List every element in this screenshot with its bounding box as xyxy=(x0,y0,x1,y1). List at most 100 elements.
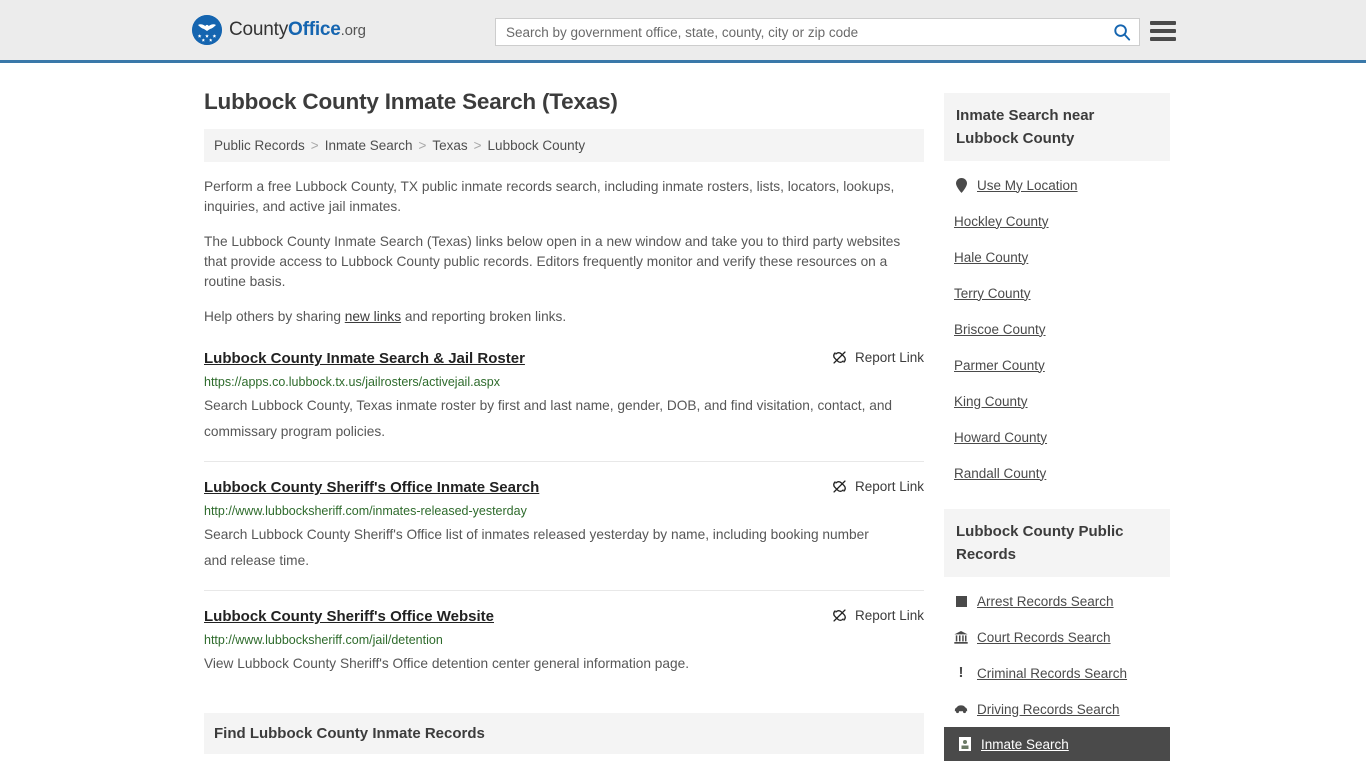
sidebar-item-hale-county[interactable]: Hale County xyxy=(954,239,1170,275)
sidebar-item-label: Court Records Search xyxy=(977,629,1111,645)
sidebar-item-label: King County xyxy=(954,393,1028,409)
sidebar-item-inmate-search[interactable]: Inmate Search xyxy=(944,727,1170,761)
sidebar-item-arrest-records-search[interactable]: Arrest Records Search xyxy=(954,583,1170,619)
find-records-heading: Find Lubbock County Inmate Records xyxy=(204,713,924,754)
eagle-stars-logo-icon xyxy=(192,15,222,45)
share-text-after: and reporting broken links. xyxy=(401,309,567,324)
result-description: Search Lubbock County Sheriff's Office l… xyxy=(204,527,869,568)
sidebar-public-records-list: Arrest Records Search Court Records Sear… xyxy=(944,577,1170,761)
logo-text-org: .org xyxy=(340,22,366,39)
sidebar-item-label: Arrest Records Search xyxy=(977,593,1114,609)
site-header: CountyOffice.org xyxy=(0,0,1366,63)
breadcrumb-separator: > xyxy=(473,138,482,153)
sidebar-item-label: Driving Records Search xyxy=(977,701,1120,717)
broken-link-icon xyxy=(832,609,846,622)
report-link-label: Report Link xyxy=(854,479,924,494)
sidebar-item-use-my-location[interactable]: Use My Location xyxy=(954,167,1170,203)
search-input[interactable] xyxy=(496,19,1105,45)
result-url[interactable]: http://www.lubbocksheriff.com/jail/deten… xyxy=(204,632,924,648)
sidebar-item-briscoe-county[interactable]: Briscoe County xyxy=(954,311,1170,347)
exclamation-icon: ! xyxy=(958,664,964,681)
result-item: Lubbock County Sheriff's Office Website … xyxy=(204,607,924,693)
results-list: Lubbock County Inmate Search & Jail Rost… xyxy=(204,349,924,693)
site-logo-text: CountyOffice.org xyxy=(229,19,366,41)
sidebar-item-king-county[interactable]: King County xyxy=(954,383,1170,419)
sidebar-item-label: Hockley County xyxy=(954,213,1049,229)
inmate-icon xyxy=(958,737,972,751)
result-header: Lubbock County Sheriff's Office Website … xyxy=(204,607,924,627)
sidebar-item-driving-records-search[interactable]: Driving Records Search xyxy=(954,691,1170,727)
intro-paragraph-3: Help others by sharing new links and rep… xyxy=(204,307,924,327)
result-url[interactable]: https://apps.co.lubbock.tx.us/jailroster… xyxy=(204,374,924,390)
sidebar-item-label: Hale County xyxy=(954,249,1029,265)
result-description: View Lubbock County Sheriff's Office det… xyxy=(204,656,690,671)
sidebar-item-parmer-county[interactable]: Parmer County xyxy=(954,347,1170,383)
sidebar-item-label: Briscoe County xyxy=(954,321,1046,337)
report-link-button[interactable]: Report Link xyxy=(832,607,924,623)
report-link-label: Report Link xyxy=(854,608,924,623)
menu-bar-3 xyxy=(1150,37,1176,41)
breadcrumb-item-texas[interactable]: Texas xyxy=(432,138,467,153)
sidebar-item-criminal-records-search[interactable]: ! Criminal Records Search xyxy=(954,655,1170,691)
sidebar-item-label: Terry County xyxy=(954,285,1031,301)
sidebar: Inmate Search near Lubbock County Use My… xyxy=(944,93,1170,768)
sidebar-item-label: Randall County xyxy=(954,465,1047,481)
intro-paragraph-1: Perform a free Lubbock County, TX public… xyxy=(204,179,895,214)
breadcrumb-item-public-records[interactable]: Public Records xyxy=(214,138,305,153)
logo-text-office: Office xyxy=(288,19,341,40)
sidebar-nearby-box: Inmate Search near Lubbock County Use My… xyxy=(944,93,1170,491)
map-pin-icon xyxy=(954,177,968,193)
result-url[interactable]: http://www.lubbocksheriff.com/inmates-re… xyxy=(204,503,924,519)
page-title: Lubbock County Inmate Search (Texas) xyxy=(204,89,618,114)
breadcrumb-separator: > xyxy=(418,138,427,153)
sidebar-item-label: Howard County xyxy=(954,429,1048,445)
search-icon xyxy=(1114,24,1131,41)
search-button[interactable] xyxy=(1105,19,1139,45)
breadcrumb: Public Records > Inmate Search > Texas >… xyxy=(204,129,924,162)
result-item: Lubbock County Inmate Search & Jail Rost… xyxy=(204,349,924,462)
result-description: Search Lubbock County, Texas inmate rost… xyxy=(204,398,893,439)
sidebar-item-label: Use My Location xyxy=(977,177,1078,193)
sidebar-item-howard-county[interactable]: Howard County xyxy=(954,419,1170,455)
search-bar xyxy=(495,18,1140,46)
breadcrumb-item-inmate-search[interactable]: Inmate Search xyxy=(325,138,413,153)
courthouse-icon xyxy=(954,630,968,644)
sidebar-item-court-records-search[interactable]: Court Records Search xyxy=(954,619,1170,655)
result-header: Lubbock County Inmate Search & Jail Rost… xyxy=(204,349,924,369)
logo-text-county: County xyxy=(229,19,289,40)
sidebar-item-label: Criminal Records Search xyxy=(977,665,1128,681)
new-links-link[interactable]: new links xyxy=(345,309,401,324)
result-item: Lubbock County Sheriff's Office Inmate S… xyxy=(204,478,924,591)
report-link-button[interactable]: Report Link xyxy=(832,349,924,365)
broken-link-icon xyxy=(832,351,846,364)
sidebar-item-label: Inmate Search xyxy=(981,736,1069,752)
intro-text: Perform a free Lubbock County, TX public… xyxy=(204,177,924,327)
broken-link-icon xyxy=(832,480,846,493)
intro-paragraph-2: The Lubbock County Inmate Search (Texas)… xyxy=(204,234,901,289)
sidebar-nearby-title: Inmate Search near Lubbock County xyxy=(944,93,1170,161)
sidebar-item-randall-county[interactable]: Randall County xyxy=(954,455,1170,491)
sidebar-item-label: Parmer County xyxy=(954,357,1045,373)
menu-bar-1 xyxy=(1150,21,1176,25)
fingerprint-square-icon xyxy=(954,595,968,607)
result-title-link[interactable]: Lubbock County Sheriff's Office Website xyxy=(204,607,494,627)
breadcrumb-separator: > xyxy=(310,138,319,153)
menu-bar-2 xyxy=(1150,29,1176,33)
breadcrumb-item-lubbock-county[interactable]: Lubbock County xyxy=(488,138,586,153)
sidebar-item-hockley-county[interactable]: Hockley County xyxy=(954,203,1170,239)
result-title-link[interactable]: Lubbock County Inmate Search & Jail Rost… xyxy=(204,349,525,369)
sidebar-item-terry-county[interactable]: Terry County xyxy=(954,275,1170,311)
site-logo-link[interactable]: CountyOffice.org xyxy=(192,15,366,45)
result-title-link[interactable]: Lubbock County Sheriff's Office Inmate S… xyxy=(204,478,539,498)
main-content: Lubbock County Inmate Search (Texas) Pub… xyxy=(204,63,924,768)
sidebar-public-records-box: Lubbock County Public Records Arrest Rec… xyxy=(944,509,1170,761)
result-header: Lubbock County Sheriff's Office Inmate S… xyxy=(204,478,924,498)
sidebar-nearby-list: Use My Location Hockley County Hale Coun… xyxy=(944,161,1170,491)
sidebar-public-records-title: Lubbock County Public Records xyxy=(944,509,1170,577)
page-body: Lubbock County Inmate Search (Texas) Pub… xyxy=(0,63,1366,768)
report-link-label: Report Link xyxy=(854,350,924,365)
car-icon xyxy=(954,704,968,714)
report-link-button[interactable]: Report Link xyxy=(832,478,924,494)
share-text-before: Help others by sharing xyxy=(204,309,345,324)
hamburger-menu-icon[interactable] xyxy=(1150,19,1176,43)
